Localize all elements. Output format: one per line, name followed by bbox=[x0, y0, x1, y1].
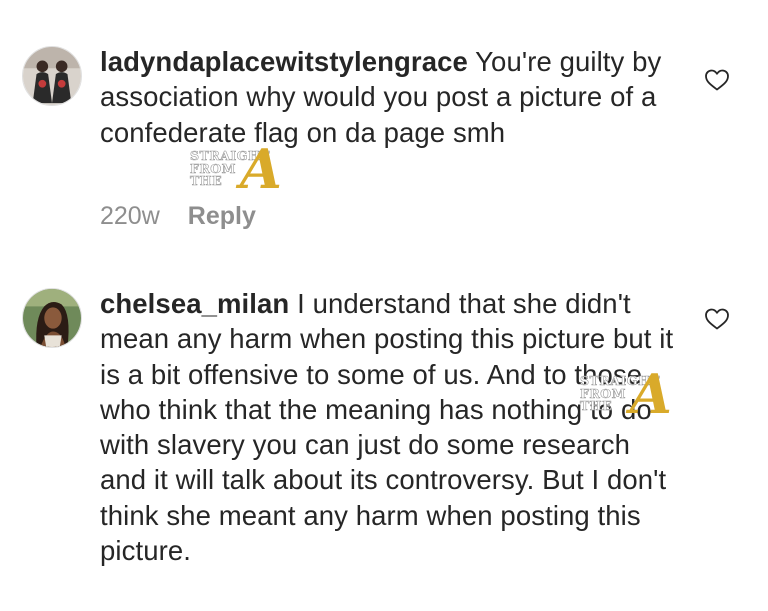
heart-outline-icon[interactable] bbox=[704, 307, 730, 331]
avatar[interactable] bbox=[22, 288, 82, 348]
comment-body: ladyndaplacewitstylengrace You're guilty… bbox=[100, 44, 680, 150]
heart-outline-icon[interactable] bbox=[704, 68, 730, 92]
avatar[interactable] bbox=[22, 46, 82, 106]
watermark-logo: STRAIGHT FROM THE A bbox=[190, 137, 282, 201]
comment-username[interactable]: ladyndaplacewitstylengrace bbox=[100, 46, 468, 77]
comment-username[interactable]: chelsea_milan bbox=[100, 288, 289, 319]
watermark-logo: STRAIGHT FROM THE A bbox=[580, 362, 672, 426]
comment-meta: 220w Reply bbox=[100, 202, 256, 231]
comment-timestamp[interactable]: 220w bbox=[100, 202, 160, 230]
reply-button[interactable]: Reply bbox=[188, 202, 256, 230]
